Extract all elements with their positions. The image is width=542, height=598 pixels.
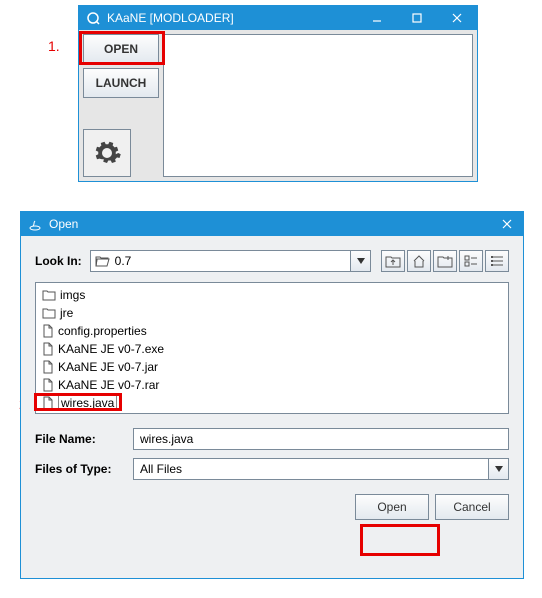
launch-button[interactable]: LAUNCH [83, 68, 159, 98]
file-icon [42, 360, 54, 374]
lookin-combo[interactable]: 0.7 [90, 250, 371, 272]
java-icon [27, 216, 43, 232]
file-item[interactable]: KAaNE JE v0-7.exe [42, 341, 502, 357]
file-icon [42, 396, 54, 410]
open-file-button[interactable]: Open [355, 494, 429, 520]
list-view-button[interactable] [459, 250, 483, 272]
close-button[interactable] [491, 212, 523, 236]
folder-item[interactable]: jre [42, 305, 502, 321]
file-name: KAaNE JE v0-7.rar [58, 378, 159, 392]
new-folder-button[interactable] [433, 250, 457, 272]
file-name: config.properties [58, 324, 147, 338]
close-button[interactable] [437, 6, 477, 30]
file-item[interactable]: KAaNE JE v0-7.rar [42, 377, 502, 393]
window-title: KAaNE [MODLOADER] [107, 11, 234, 25]
file-name: wires.java [58, 395, 117, 411]
maximize-button[interactable] [397, 6, 437, 30]
titlebar: Open [21, 212, 523, 236]
open-dialog: Open Look In: 0.7 [20, 211, 524, 579]
file-item[interactable]: KAaNE JE v0-7.jar [42, 359, 502, 375]
file-name: jre [60, 306, 73, 320]
filetype-label: Files of Type: [35, 462, 125, 476]
cancel-button[interactable]: Cancel [435, 494, 509, 520]
file-icon [42, 342, 54, 356]
modloader-window: KAaNE [MODLOADER] OPEN LAUNCH [78, 5, 478, 182]
home-button[interactable] [407, 250, 431, 272]
gear-icon [92, 138, 122, 168]
dialog-title: Open [49, 217, 78, 231]
filetype-combo[interactable]: All Files [133, 458, 509, 480]
content-panel [163, 34, 473, 177]
chevron-down-icon[interactable] [350, 251, 370, 271]
filename-input[interactable] [133, 428, 509, 450]
lookin-value: 0.7 [115, 254, 350, 268]
settings-button[interactable] [83, 129, 131, 177]
folder-icon [42, 289, 56, 301]
up-folder-button[interactable] [381, 250, 405, 272]
lookin-label: Look In: [35, 254, 82, 268]
titlebar: KAaNE [MODLOADER] [79, 6, 477, 30]
file-name: KAaNE JE v0-7.exe [58, 342, 164, 356]
details-view-button[interactable] [485, 250, 509, 272]
file-item[interactable]: wires.java [42, 395, 502, 411]
annotation-1: 1. [48, 38, 60, 54]
file-list[interactable]: imgs jre config.properties KAaNE JE v0-7.ex… [35, 282, 509, 414]
folder-item[interactable]: imgs [42, 287, 502, 303]
filetype-value: All Files [138, 462, 488, 476]
file-icon [42, 324, 54, 338]
file-item[interactable]: config.properties [42, 323, 502, 339]
chevron-down-icon[interactable] [488, 459, 508, 479]
file-name: imgs [60, 288, 85, 302]
file-icon [42, 378, 54, 392]
filename-label: File Name: [35, 432, 125, 446]
folder-open-icon [95, 255, 111, 267]
file-name: KAaNE JE v0-7.jar [58, 360, 158, 374]
folder-icon [42, 307, 56, 319]
open-button[interactable]: OPEN [83, 34, 159, 64]
minimize-button[interactable] [357, 6, 397, 30]
app-icon [85, 10, 101, 26]
